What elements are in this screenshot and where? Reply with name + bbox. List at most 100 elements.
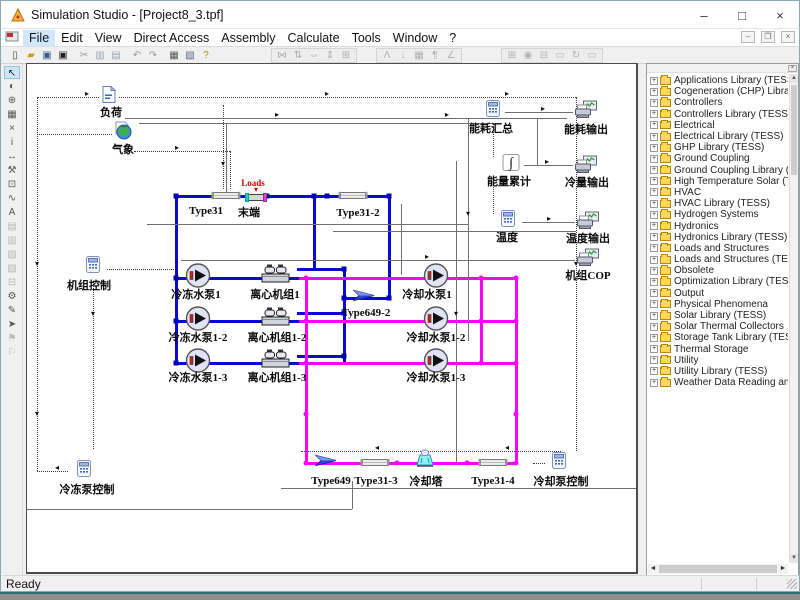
layer2-icon[interactable]: ▥ (4, 234, 20, 247)
scrollbar-thumb[interactable] (659, 565, 777, 573)
control-link[interactable] (37, 134, 112, 135)
cut-icon[interactable]: ✂ (76, 49, 92, 63)
diagram-canvas[interactable]: ▸▸▸▸▸▾▾◂▸▸▸▸◂◂▾▾▾▾▾▸▾负荷气象Type31末端LoadsTy… (27, 64, 636, 572)
frame-icon[interactable]: ⊟ (4, 276, 20, 289)
expand-icon[interactable]: + (650, 155, 658, 163)
pen-icon[interactable]: ✎ (4, 304, 20, 317)
tree-item-physical-phenomena[interactable]: +Physical Phenomena (648, 299, 788, 310)
pin-icon[interactable]: ¶ (427, 49, 443, 63)
save-all-icon[interactable]: ▣ (55, 49, 71, 63)
expand-icon[interactable]: + (650, 88, 658, 96)
window-split-icon[interactable]: ⊞ (504, 49, 520, 63)
output-link[interactable] (139, 123, 502, 124)
align-vertical-icon[interactable]: ⇅ (290, 49, 306, 63)
output-link[interactable] (537, 119, 538, 165)
layer3-icon[interactable]: ▨ (4, 248, 20, 261)
output-link[interactable] (147, 224, 468, 225)
angle-icon[interactable]: ∠ (443, 49, 459, 63)
distribute-horizontal-icon[interactable]: ⇔ (306, 49, 322, 63)
expand-icon[interactable]: + (650, 133, 658, 141)
chilled-water-pipe[interactable] (388, 196, 391, 298)
node-chiller1[interactable] (261, 264, 291, 289)
expand-icon[interactable]: + (650, 323, 658, 331)
expand-icon[interactable]: + (650, 188, 658, 196)
layer1-icon[interactable]: ▤ (4, 220, 20, 233)
control-link[interactable] (37, 97, 99, 98)
tree-item-hydronics-library-tess[interactable]: +Hydronics Library (TESS) (648, 232, 788, 243)
expand-icon[interactable]: + (650, 312, 658, 320)
table-icon[interactable]: ▦ (411, 49, 427, 63)
select-cursor-icon[interactable]: ↖ (4, 66, 20, 79)
scroll-down-icon[interactable]: ▼ (790, 554, 798, 563)
view-circle-icon[interactable]: ◉ (520, 49, 536, 63)
tree-item-solar-library-tess[interactable]: +Solar Library (TESS) (648, 310, 788, 321)
expand-icon[interactable]: + (650, 177, 658, 185)
control-link[interactable] (107, 269, 174, 270)
expand-icon[interactable]: + (650, 77, 658, 85)
control-link[interactable] (37, 471, 68, 472)
copy-icon[interactable]: ▥ (92, 49, 108, 63)
tree-item-loads-and-structures-tess[interactable]: +Loads and Structures (TESS) (648, 254, 788, 265)
window-view-icon[interactable]: ⊟ (536, 49, 552, 63)
tree-item-obsolete[interactable]: +Obsolete (648, 265, 788, 276)
menu-tools[interactable]: Tools (346, 30, 387, 46)
tree-item-applications-library-tess[interactable]: +Applications Library (TESS) (648, 75, 788, 86)
scroll-right-icon[interactable]: ► (778, 564, 788, 574)
tree-item-solar-thermal-collectors[interactable]: +Solar Thermal Collectors (648, 321, 788, 332)
tree-item-thermal-storage[interactable]: +Thermal Storage (648, 344, 788, 355)
output-link[interactable] (125, 118, 567, 119)
control-link[interactable] (230, 151, 231, 189)
print-preview-icon[interactable]: ▧ (182, 49, 198, 63)
expand-icon[interactable]: + (650, 278, 658, 286)
node-energy-summary[interactable] (486, 100, 500, 122)
node-type649-2[interactable] (353, 289, 375, 308)
maximize-button[interactable]: □ (723, 1, 761, 29)
menu--[interactable]: ? (443, 30, 462, 46)
node-type31-3[interactable] (360, 454, 390, 472)
control-link[interactable] (93, 281, 94, 449)
tree-item-electrical-library-tess[interactable]: +Electrical Library (TESS) (648, 131, 788, 142)
tree-item-utility[interactable]: +Utility (648, 355, 788, 366)
menu-edit[interactable]: Edit (55, 30, 89, 46)
node-type649[interactable] (315, 454, 337, 473)
scroll-left-icon[interactable]: ◄ (648, 564, 658, 574)
node-chiller1-2[interactable] (261, 307, 291, 332)
expand-icon[interactable]: + (650, 99, 658, 107)
expand-icon[interactable]: + (650, 345, 658, 353)
undo-icon[interactable]: ↶ (129, 49, 145, 63)
delete-icon[interactable]: × (4, 122, 20, 135)
tree-item-optimization-library-tess[interactable]: +Optimization Library (TESS) (648, 276, 788, 287)
flag2-icon[interactable]: ⚐ (4, 346, 20, 359)
tree-item-output[interactable]: +Output (648, 288, 788, 299)
expand-icon[interactable]: + (650, 144, 658, 152)
tree-item-ghp-library-tess[interactable]: +GHP Library (TESS) (648, 142, 788, 153)
menu-assembly[interactable]: Assembly (215, 30, 281, 46)
output-link[interactable] (181, 260, 575, 261)
output-link[interactable] (27, 509, 352, 510)
control-link[interactable] (223, 105, 224, 189)
panel2-icon[interactable]: ▭ (584, 49, 600, 63)
node-cooling-tower[interactable] (415, 449, 435, 473)
output-link[interactable] (226, 123, 227, 193)
expand-icon[interactable]: + (650, 334, 658, 342)
node-type31-4[interactable] (478, 454, 508, 472)
tree-item-hvac-library-tess[interactable]: +HVAC Library (TESS) (648, 198, 788, 209)
tree-item-ground-coupling-library-tess[interactable]: +Ground Coupling Library (TESS) (648, 165, 788, 176)
tree-item-utility-library-tess[interactable]: +Utility Library (TESS) (648, 366, 788, 377)
node-cw-pump-control[interactable] (552, 452, 566, 474)
expand-icon[interactable]: + (650, 222, 658, 230)
pan-hand-icon[interactable]: ◐ (4, 80, 20, 93)
tree-item-ground-coupling[interactable]: +Ground Coupling (648, 153, 788, 164)
mdi-close-button[interactable]: × (781, 31, 795, 43)
assembly-tree-icon[interactable]: Λ (379, 49, 395, 63)
menu-direct-access[interactable]: Direct Access (128, 30, 216, 46)
zoom-window-icon[interactable]: ▦ (4, 108, 20, 121)
close-icon[interactable]: × (788, 65, 797, 72)
expand-icon[interactable]: + (650, 110, 658, 118)
expand-icon[interactable]: + (650, 379, 658, 387)
panel-icon[interactable]: ▭ (552, 49, 568, 63)
tree-item-controllers-library-tess[interactable]: +Controllers Library (TESS) (648, 109, 788, 120)
expand-icon[interactable]: + (650, 256, 658, 264)
tree-horizontal-scrollbar[interactable]: ◄ ► (648, 564, 788, 574)
output-link[interactable] (505, 112, 573, 113)
